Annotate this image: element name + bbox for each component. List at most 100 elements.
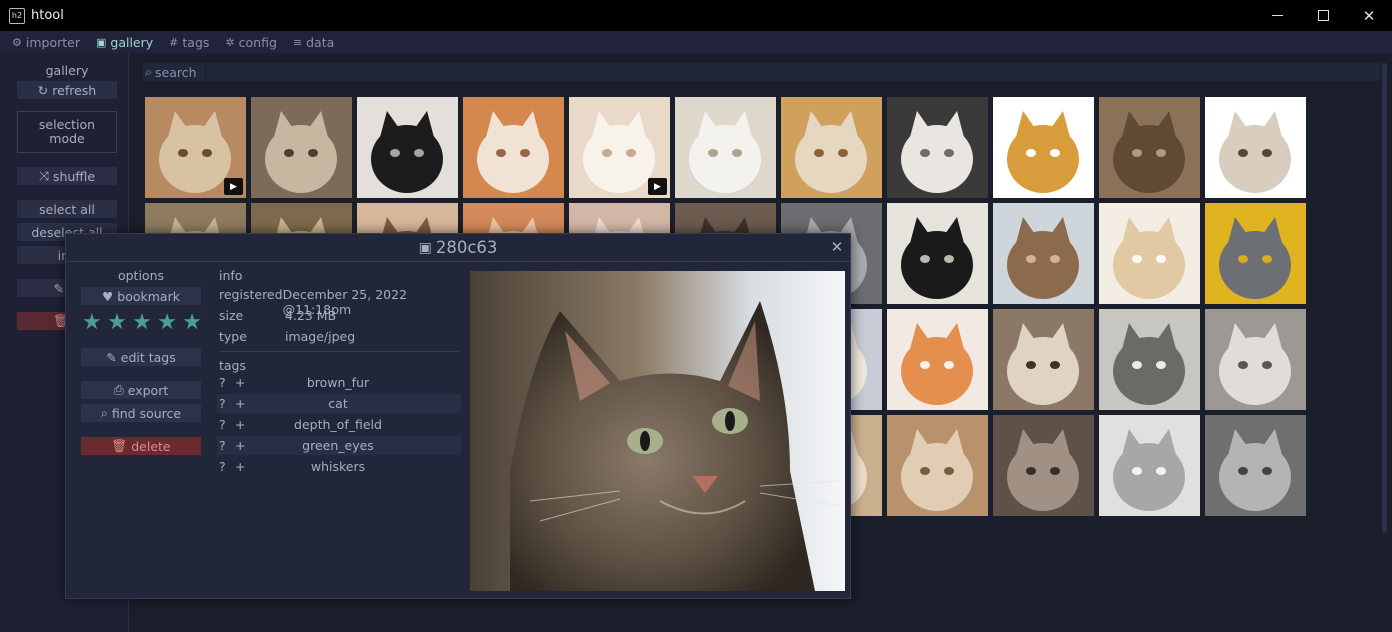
- gallery-thumbnail[interactable]: [251, 97, 352, 198]
- video-play-icon: ▶: [648, 178, 667, 195]
- tag-add-button[interactable]: +: [231, 417, 249, 432]
- minimize-icon: [1271, 15, 1283, 16]
- selection-mode-label-1: selection: [38, 117, 96, 132]
- gear-icon: ✲: [225, 35, 235, 49]
- gallery-thumbnail[interactable]: [1205, 203, 1306, 304]
- tag-add-button[interactable]: +: [231, 459, 249, 474]
- menu-config[interactable]: ✲ config: [225, 35, 276, 50]
- modal-close-button[interactable]: ✕: [829, 239, 845, 255]
- menu-tags[interactable]: # tags: [169, 35, 209, 50]
- tag-add-button[interactable]: +: [231, 375, 249, 390]
- tag-info-button[interactable]: ?: [217, 438, 231, 453]
- gallery-thumbnail[interactable]: [993, 415, 1094, 516]
- tag-row[interactable]: ? + cat: [217, 394, 461, 413]
- menu-importer[interactable]: ⚙ importer: [12, 35, 80, 50]
- selection-mode-toggle[interactable]: selection mode: [17, 111, 117, 153]
- info-value: image/jpeg: [285, 329, 356, 344]
- thumbnail-image: [675, 97, 776, 198]
- gallery-thumbnail[interactable]: [463, 97, 564, 198]
- gallery-thumbnail[interactable]: [887, 97, 988, 198]
- gallery-thumbnail[interactable]: [887, 415, 988, 516]
- gallery-thumbnail[interactable]: ▶: [569, 97, 670, 198]
- tag-info-button[interactable]: ?: [217, 417, 231, 432]
- maximize-button[interactable]: [1300, 0, 1346, 31]
- select-all-button[interactable]: select all: [17, 200, 117, 218]
- gallery-thumbnail[interactable]: [1099, 309, 1200, 410]
- gallery-thumbnail[interactable]: [993, 97, 1094, 198]
- find-source-button[interactable]: ⌕ find source: [81, 404, 201, 422]
- star-icon[interactable]: ★: [132, 312, 152, 334]
- tag-name[interactable]: cat: [249, 396, 461, 411]
- tag-name[interactable]: whiskers: [249, 459, 461, 474]
- window-title: htool: [31, 8, 64, 23]
- gallery-thumbnail[interactable]: [1099, 97, 1200, 198]
- shuffle-button[interactable]: ⤨ shuffle: [17, 167, 117, 185]
- star-icon[interactable]: ★: [107, 312, 127, 334]
- search-bar[interactable]: ⌕ search: [143, 63, 1380, 81]
- select-all-label: select all: [39, 201, 95, 217]
- tag-info-button[interactable]: ?: [217, 459, 231, 474]
- bookmark-label: bookmark: [117, 288, 180, 304]
- gallery-thumbnail[interactable]: [1205, 97, 1306, 198]
- tag-name[interactable]: green_eyes: [249, 438, 461, 453]
- image-icon: ▣: [418, 239, 432, 256]
- edit-tags-button[interactable]: ✎ edit tags: [81, 348, 201, 366]
- thumbnail-image: [1205, 97, 1306, 198]
- thumbnail-image: [887, 97, 988, 198]
- minimize-button[interactable]: [1254, 0, 1300, 31]
- close-icon: ✕: [1362, 6, 1376, 25]
- selection-mode-label-2: mode: [49, 131, 85, 146]
- close-window-button[interactable]: ✕: [1346, 0, 1392, 31]
- image-icon: ▣: [95, 35, 107, 49]
- refresh-button[interactable]: ↻ refresh: [17, 81, 117, 99]
- gallery-thumbnail[interactable]: [675, 97, 776, 198]
- gallery-thumbnail[interactable]: [1099, 415, 1200, 516]
- find-source-label: find source: [111, 405, 182, 421]
- tag-add-button[interactable]: +: [231, 396, 249, 411]
- maximize-icon: [1317, 10, 1329, 21]
- tag-row[interactable]: ? + whiskers: [217, 457, 461, 476]
- gallery-thumbnail[interactable]: [993, 309, 1094, 410]
- search-icon: ⌕: [100, 405, 108, 420]
- gallery-scroll-thumb[interactable]: [1382, 63, 1387, 533]
- bookmark-button[interactable]: ♥ bookmark: [81, 287, 201, 305]
- image-preview[interactable]: [470, 271, 845, 591]
- info-key: size: [219, 308, 244, 323]
- gallery-thumbnail[interactable]: ▶: [145, 97, 246, 198]
- gallery-thumbnail[interactable]: [1099, 203, 1200, 304]
- shuffle-icon: ⤨: [38, 168, 49, 183]
- gallery-thumbnail[interactable]: [1205, 309, 1306, 410]
- search-input[interactable]: [205, 63, 1380, 81]
- tag-add-button[interactable]: +: [231, 438, 249, 453]
- menu-gallery[interactable]: ▣ gallery: [96, 35, 153, 50]
- delete-button[interactable]: 🗑 delete: [81, 437, 201, 455]
- star-icon[interactable]: ★: [82, 312, 102, 334]
- tag-info-button[interactable]: ?: [217, 375, 231, 390]
- menu-label: tags: [182, 34, 210, 50]
- tag-row[interactable]: ? + green_eyes: [217, 436, 461, 455]
- tag-row[interactable]: ? + brown_fur: [217, 373, 461, 392]
- thumbnail-image: [463, 97, 564, 198]
- tag-name[interactable]: brown_fur: [249, 375, 461, 390]
- export-button[interactable]: ⎙ export: [81, 381, 201, 399]
- search-icon: ⌕: [145, 64, 153, 79]
- divider: [219, 351, 459, 352]
- tag-row[interactable]: ? + depth_of_field: [217, 415, 461, 434]
- gallery-thumbnail[interactable]: [357, 97, 458, 198]
- gallery-thumbnail[interactable]: [781, 97, 882, 198]
- shuffle-label: shuffle: [52, 168, 96, 184]
- tag-info-button[interactable]: ?: [217, 396, 231, 411]
- star-icon[interactable]: ★: [157, 312, 177, 334]
- pencil-icon: ✎: [53, 280, 65, 296]
- gallery-thumbnail[interactable]: [887, 203, 988, 304]
- star-icon[interactable]: ★: [182, 312, 202, 334]
- gallery-thumbnail[interactable]: [1205, 415, 1306, 516]
- thumbnail-image: [993, 203, 1094, 304]
- importer-icon: ⚙: [12, 35, 22, 49]
- menu-data[interactable]: ≡ data: [293, 35, 334, 50]
- gallery-thumbnail[interactable]: [887, 309, 988, 410]
- thumbnail-image: [887, 309, 988, 410]
- gallery-thumbnail[interactable]: [993, 203, 1094, 304]
- tag-name[interactable]: depth_of_field: [249, 417, 461, 432]
- info-heading: info: [219, 268, 243, 283]
